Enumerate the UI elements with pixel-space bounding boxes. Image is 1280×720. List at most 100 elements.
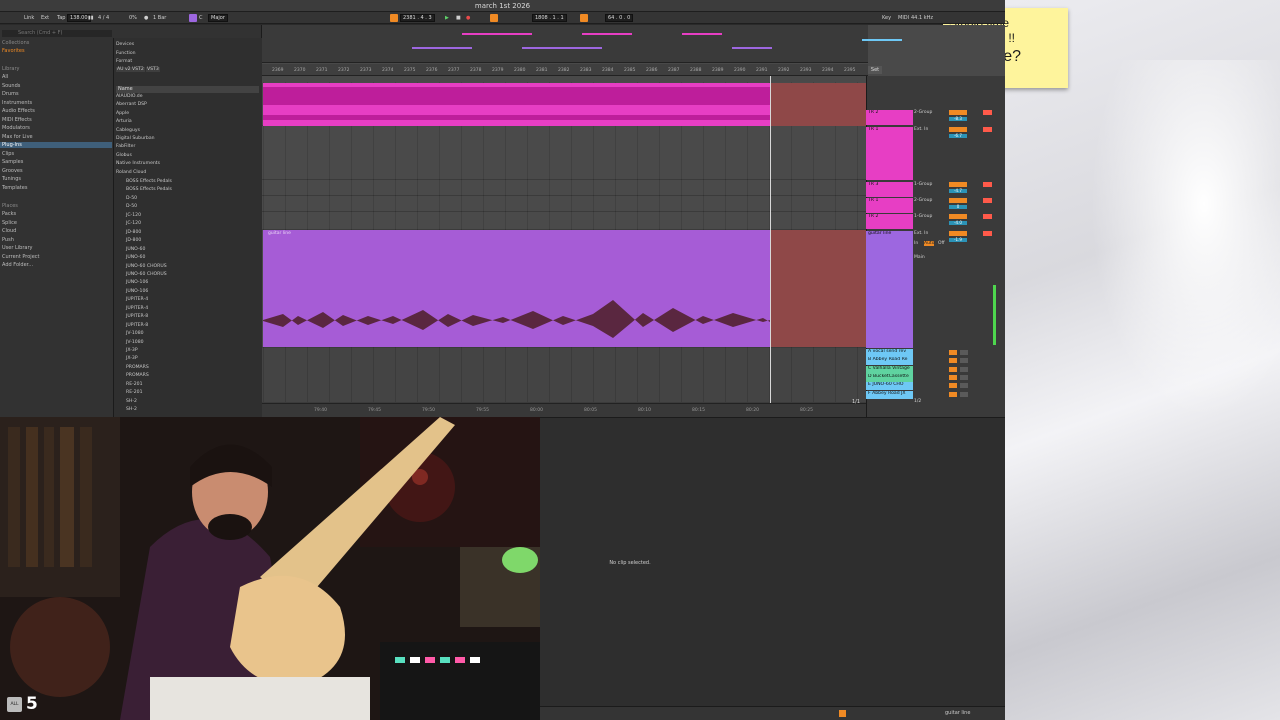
key-map-button[interactable]: Key [882,15,891,21]
key-select[interactable]: C [199,15,203,21]
monitor-off[interactable]: Off [938,241,945,246]
time-ruler[interactable]: 79:40 79:45 79:50 79:55 80:00 80:05 80:10 80:15… [262,403,868,417]
library-item[interactable]: Instruments [2,100,32,106]
vendor-folder[interactable]: Aberrant DSP [116,102,147,107]
library-item[interactable]: Plug-Ins [0,142,112,148]
plugin-item[interactable]: JX-3P [126,348,138,353]
plugin-item[interactable]: RE-201 [126,390,143,395]
track-lane[interactable] [262,196,868,212]
library-item[interactable]: All [2,74,8,80]
vendor-folder[interactable]: Digital Suburban [116,136,155,141]
audio-clip[interactable] [263,83,770,126]
library-item[interactable]: Tunings [2,176,21,182]
plugin-item[interactable]: JUPITER-8 [126,314,148,319]
vendor-folder[interactable]: Apple [116,111,129,116]
loop-start-field[interactable]: 1808 . 1 . 1 [532,14,567,22]
track-io-routing[interactable]: 1-Group [914,214,932,219]
return-solo[interactable] [960,358,968,364]
library-item[interactable]: Sounds [2,83,20,89]
plugin-item[interactable]: PROMARS [126,365,149,370]
library-item[interactable]: Samples [2,159,23,165]
link-button[interactable]: Link [24,15,34,21]
track-activator[interactable] [949,127,967,132]
track-volume[interactable]: -4.7 [949,189,967,193]
track-header[interactable]: TR 1 [866,127,913,180]
monitor-auto[interactable]: Auto [924,241,935,246]
track-io-routing[interactable]: 1-Group [914,182,932,187]
plugin-item[interactable]: RE-201 [126,382,143,387]
plugin-item[interactable]: JUPITER-4 [126,297,148,302]
library-item[interactable]: Templates [2,185,27,191]
filter-format[interactable]: Format [116,59,132,64]
vendor-folder[interactable]: Cableguys [116,128,140,133]
track-volume[interactable]: -6.7 [949,134,967,138]
plugin-item[interactable]: JD-800 [126,238,141,243]
return-activator[interactable] [949,391,957,397]
track-header[interactable]: TR 2 [866,214,913,229]
track-record-arm[interactable] [983,182,992,187]
tempo-field[interactable]: 138.00 [67,14,91,22]
plugin-item[interactable]: PROMARS [126,373,149,378]
arrangement-overdub-button[interactable] [390,14,398,22]
track-record-arm[interactable] [983,214,992,219]
tap-button[interactable]: Tap [57,15,65,21]
vendor-folder[interactable]: AIAUDIO.de [116,94,143,99]
track-io-routing[interactable]: 2-Group [914,198,932,203]
track-activator[interactable] [949,110,967,115]
vendor-folder[interactable]: Globus [116,153,132,158]
return-solo[interactable] [960,383,968,389]
track-activator[interactable] [949,198,967,203]
track-lane[interactable] [262,212,868,230]
return-track[interactable]: A vocal send rev [866,349,913,357]
places-item[interactable]: Splice [2,220,17,226]
places-item[interactable]: Add Folder... [2,262,33,268]
return-activator[interactable] [949,374,957,380]
arrangement-overview[interactable] [262,25,902,63]
stop-icon[interactable]: ■ [456,15,461,21]
track-lane[interactable] [262,126,868,180]
places-item[interactable]: Packs [2,211,16,217]
track-activator[interactable] [949,182,967,187]
return-track[interactable]: B Abbey Road Re [866,357,913,366]
vendor-folder[interactable]: Native Instruments [116,161,160,166]
vendor-folder[interactable]: FabFilter [116,144,135,149]
return-lanes[interactable] [262,348,868,403]
ext-button[interactable]: Ext [41,15,49,21]
return-activator[interactable] [949,358,957,364]
format-tag[interactable]: VST3 [146,67,160,72]
plugin-item[interactable]: JC-120 [126,221,141,226]
track-header[interactable]: TR 2 [866,110,913,125]
loop-length-field[interactable]: 64 . 0 . 0 [605,14,634,22]
scale-select[interactable]: Major [208,14,228,22]
plugin-item[interactable]: BOSS Effects Pedals [126,187,172,192]
plugin-item[interactable]: JUNO-60 [126,247,145,252]
plugin-item[interactable]: D-50 [126,196,137,201]
library-item[interactable]: MIDI Effects [2,117,32,123]
monitor-in[interactable]: In [914,241,918,246]
return-activator[interactable] [949,350,957,355]
track-activator[interactable] [949,214,967,219]
track-io-routing[interactable]: 2-Group [914,110,932,115]
track-header[interactable]: TR 3 [866,182,913,197]
beat-time-ruler[interactable]: 2369 2370 2371 2372 2373 2374 2375 2376 2377 2378… [262,64,868,76]
format-tag[interactable]: AU v2 [116,67,132,72]
return-solo[interactable] [960,350,968,355]
return-track[interactable]: C Valhalla Vintage [866,365,913,374]
plugin-item[interactable]: BOSS Effects Pedals [126,179,172,184]
audio-clip-guitar-line[interactable]: guitar line [263,230,770,347]
play-icon[interactable]: ▶ [445,15,449,21]
input-channel[interactable]: 1/2 [914,399,921,404]
filter-devices[interactable]: Devices [116,42,134,47]
playhead[interactable] [770,76,771,414]
return-track[interactable]: F Abbey Road JX [866,390,913,399]
track-record-arm[interactable] [983,198,992,203]
favorites-item[interactable]: Favorites [2,48,25,54]
quantize-menu[interactable]: 1 Bar [153,15,166,21]
track-io-routing[interactable]: Ext. In [914,127,928,132]
track-record-arm[interactable] [983,231,992,236]
track-header[interactable]: TR 1 [866,198,913,213]
plugin-item[interactable]: JUNO-106 [126,280,148,285]
plugin-item[interactable]: JV-1080 [126,331,144,336]
return-solo[interactable] [960,366,968,372]
track-lane[interactable] [262,180,868,196]
